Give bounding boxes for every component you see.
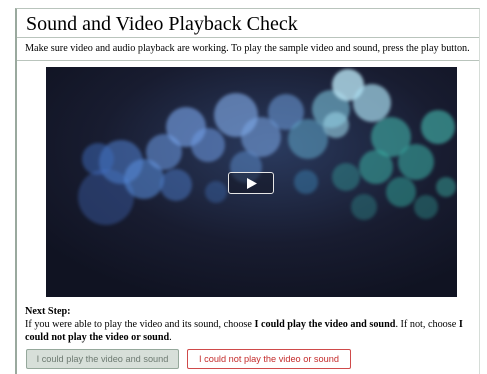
next-step-text-part: If you were able to play the video and i…	[25, 319, 255, 330]
could-not-play-button[interactable]: I could not play the video or sound	[187, 349, 351, 369]
play-button[interactable]	[228, 172, 274, 194]
could-play-button[interactable]: I could play the video and sound	[26, 349, 179, 369]
next-step-text-part: .	[169, 332, 172, 343]
next-step-text-part: . If not, choose	[395, 319, 459, 330]
next-step-text: If you were able to play the video and i…	[25, 318, 477, 344]
instructions-divider	[17, 60, 479, 61]
play-icon	[247, 178, 257, 189]
page-title: Sound and Video Playback Check	[26, 13, 298, 35]
title-divider	[17, 37, 479, 38]
next-step-bold-option: I could play the video and sound	[254, 319, 396, 330]
instructions-text: Make sure video and audio playback are w…	[25, 43, 470, 54]
next-step-heading: Next Step:	[25, 306, 71, 317]
